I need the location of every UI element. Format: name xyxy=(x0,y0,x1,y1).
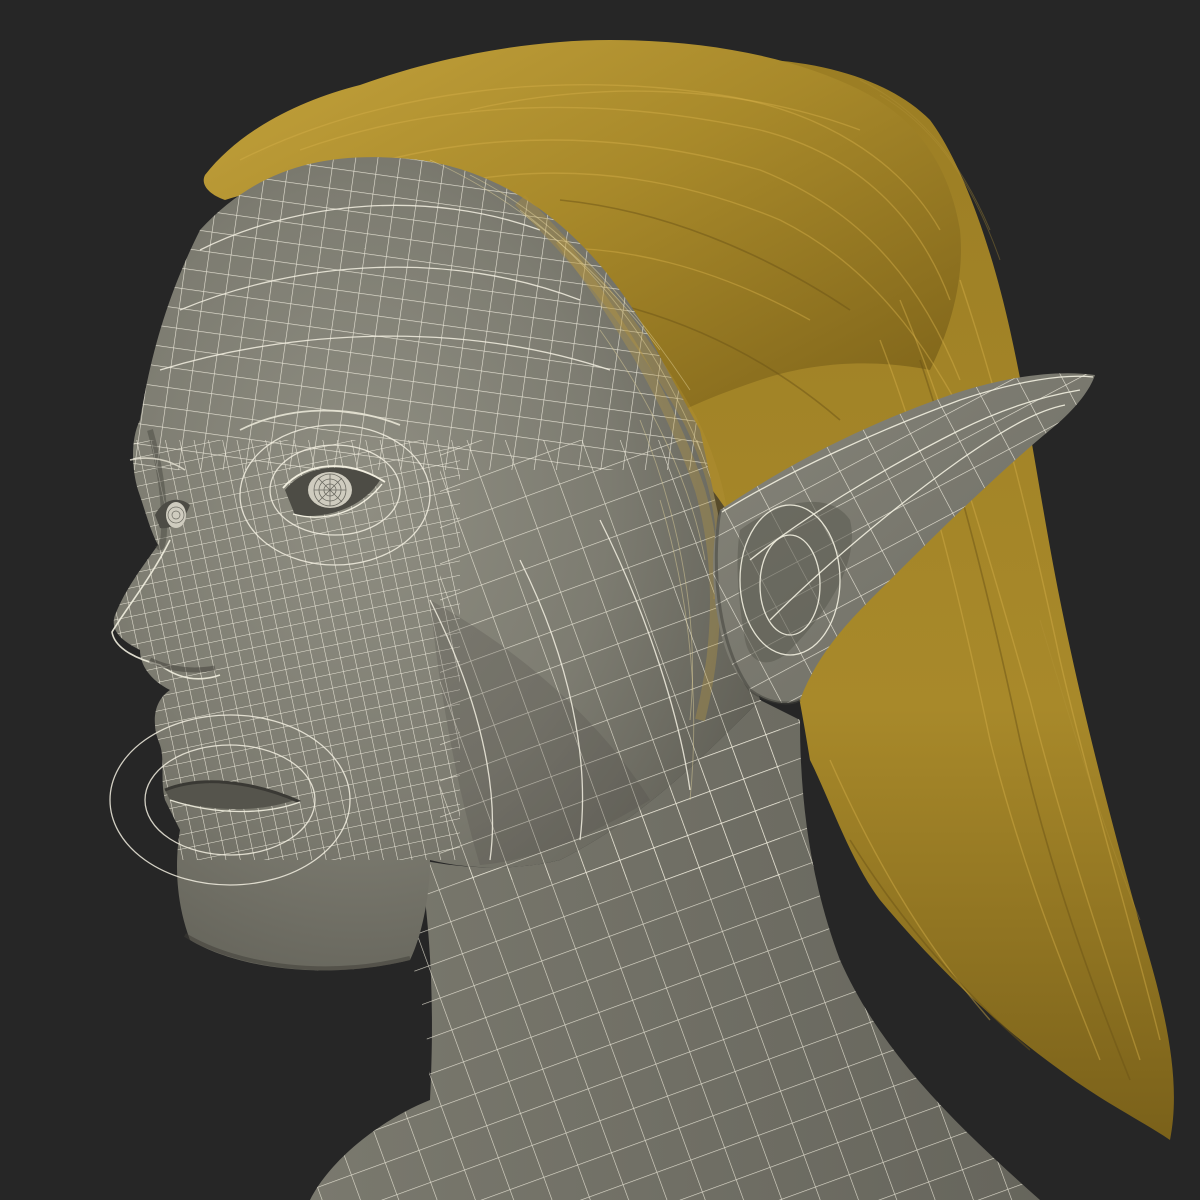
render-viewport xyxy=(0,0,1200,1200)
elf-head-render xyxy=(0,0,1200,1200)
